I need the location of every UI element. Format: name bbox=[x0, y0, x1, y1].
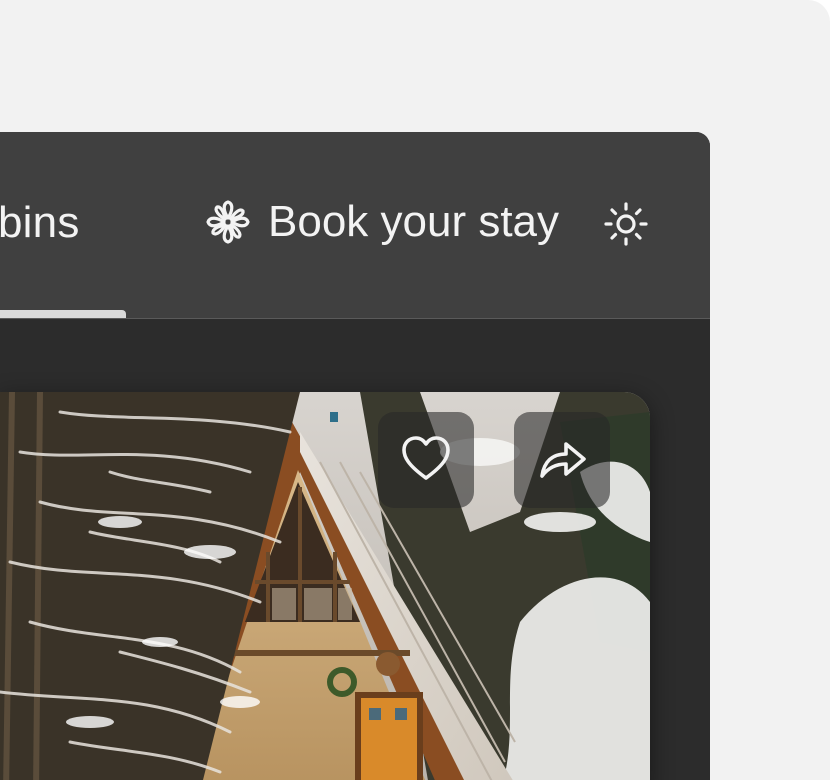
top-navigation-bar: bins Book your stay bbox=[0, 132, 710, 319]
active-tab-indicator bbox=[0, 310, 126, 318]
sun-icon[interactable] bbox=[602, 200, 650, 248]
share-arrow-icon bbox=[540, 442, 586, 478]
book-your-stay-label: Book your stay bbox=[268, 197, 560, 246]
cabin-photo-card[interactable] bbox=[0, 392, 650, 780]
heart-icon bbox=[402, 436, 450, 480]
tab-cabins-label[interactable]: bins bbox=[0, 198, 80, 248]
page-background: bins Book your stay bbox=[0, 0, 830, 780]
favorite-button[interactable] bbox=[378, 412, 474, 508]
flower-icon bbox=[206, 200, 250, 244]
book-your-stay-button[interactable]: Book your stay bbox=[204, 194, 559, 250]
share-button[interactable] bbox=[514, 412, 610, 508]
app-window: bins Book your stay bbox=[0, 132, 710, 780]
